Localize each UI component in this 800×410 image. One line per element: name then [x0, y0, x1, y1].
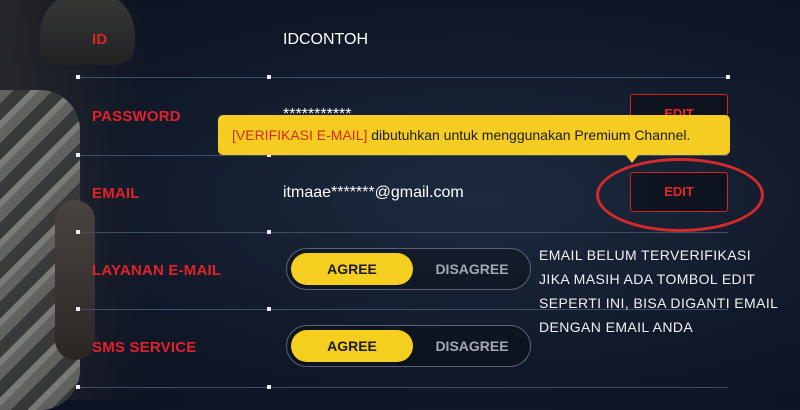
tooltip-tag: [VERIFIKASI E-MAIL]: [232, 127, 368, 143]
divider-tick: [76, 307, 80, 311]
annotation-line: EMAIL BELUM TERVERIFIKASI: [539, 247, 752, 263]
divider-tick: [267, 307, 271, 311]
divider-tick: [267, 230, 271, 234]
email-service-label: LAYANAN E-MAIL: [92, 262, 222, 279]
divider-tick: [267, 75, 271, 79]
id-label: ID: [92, 31, 108, 48]
sms-service-agree-button[interactable]: AGREE: [291, 330, 413, 362]
row-divider: [78, 77, 728, 78]
annotation-line: JIKA MASIH ADA TOMBOL EDIT: [539, 271, 756, 287]
row-divider: [78, 387, 728, 388]
verification-tooltip: [VERIFIKASI E-MAIL] dibutuhkan untuk men…: [218, 115, 730, 163]
tooltip-message: dibutuhkan untuk menggunakan Premium Cha…: [367, 127, 691, 143]
divider-tick: [726, 75, 730, 79]
annotation-note: EMAIL BELUM TERVERIFIKASI JIKA MASIH ADA…: [539, 243, 794, 339]
id-value: IDCONTOH: [283, 31, 369, 48]
sms-service-disagree-button[interactable]: DISAGREE: [417, 330, 527, 362]
annotation-line: SEPERTI INI, BISA DIGANTI EMAIL: [539, 295, 779, 311]
divider-tick: [76, 230, 80, 234]
email-label: EMAIL: [92, 185, 140, 202]
email-service-toggle: AGREE DISAGREE: [286, 248, 531, 290]
sms-service-toggle: AGREE DISAGREE: [286, 325, 531, 367]
divider-tick: [267, 385, 271, 389]
divider-tick: [76, 153, 80, 157]
divider-tick: [76, 75, 80, 79]
email-service-agree-button[interactable]: AGREE: [291, 253, 413, 285]
sms-service-label: SMS SERVICE: [92, 339, 197, 356]
row-divider: [78, 232, 728, 233]
tooltip-pointer: [624, 153, 640, 163]
highlight-circle: [596, 158, 764, 232]
divider-tick: [76, 385, 80, 389]
email-value: itmaae*******@gmail.com: [283, 184, 464, 201]
email-service-disagree-button[interactable]: DISAGREE: [417, 253, 527, 285]
annotation-line: DENGAN EMAIL ANDA: [539, 319, 694, 335]
password-label: PASSWORD: [92, 108, 181, 125]
